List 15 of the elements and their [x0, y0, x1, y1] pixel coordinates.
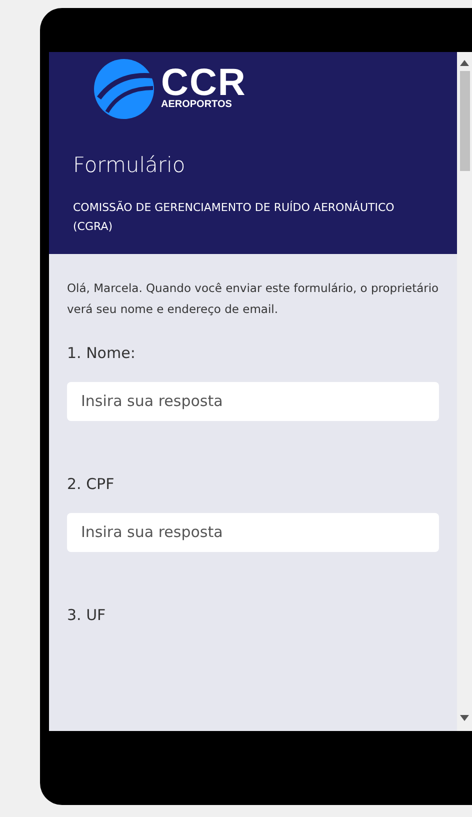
logo-text: CCR [161, 67, 246, 99]
scroll-thumb[interactable] [460, 71, 470, 171]
question-label: 2. CPF [67, 474, 116, 494]
notice-text: Olá, Marcela. Quando você enviar este formulário, o proprietário verá seu nome e endereço de email. [67, 280, 439, 318]
answer-field[interactable]: Insira sua resposta [67, 382, 439, 420]
form-subtitle: COMISSÃO DE GERENCIAMENTO DE RUÍDO AERONÁUTICO (CGRA) [73, 200, 396, 234]
logo-subtitle: AEROPORTOS [161, 99, 233, 111]
scrollbar[interactable] [457, 52, 472, 731]
question-label: 3. UF [67, 604, 107, 626]
form-title: Formulário [73, 152, 186, 179]
scroll-up-icon[interactable] [460, 60, 469, 66]
logo-icon [93, 58, 155, 120]
question-label: 1. Nome: [67, 342, 136, 364]
scroll-down-icon[interactable] [460, 715, 469, 721]
answer-field[interactable]: Insira sua resposta [67, 513, 439, 552]
